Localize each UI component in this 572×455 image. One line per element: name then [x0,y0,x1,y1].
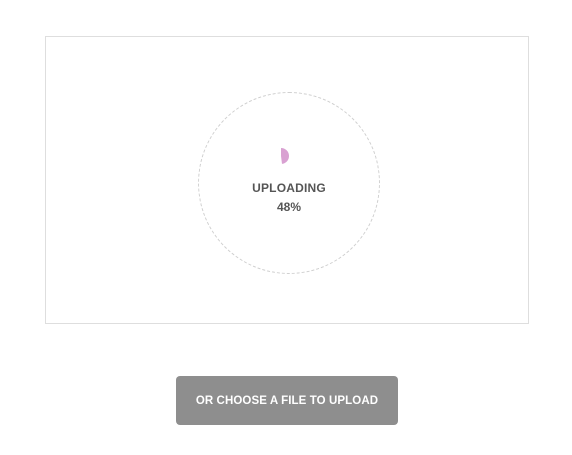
pie-progress-icon [281,148,289,164]
upload-status-label: UPLOADING [252,181,326,195]
upload-progress-percent: 48% [276,200,302,214]
choose-file-button[interactable]: OR CHOOSE A FILE TO UPLOAD [176,376,398,425]
upload-progress-circle: UPLOADING 48% [198,92,380,274]
upload-dropzone[interactable]: UPLOADING 48% [45,36,529,324]
